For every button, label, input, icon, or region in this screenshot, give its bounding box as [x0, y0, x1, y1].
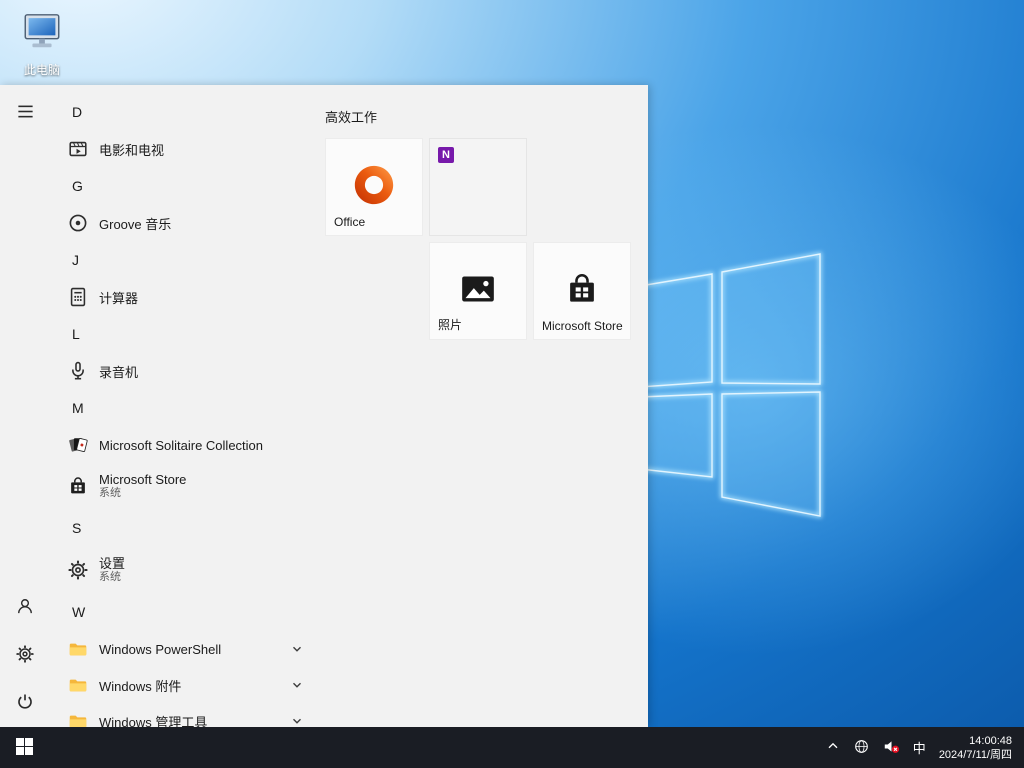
- letter-label: M: [72, 400, 84, 416]
- tile-office[interactable]: Office: [325, 138, 423, 236]
- letter-label: D: [72, 104, 82, 120]
- windows-logo-icon: [16, 738, 33, 758]
- solitaire-icon: [66, 433, 90, 457]
- clock-time: 14:00:48: [939, 734, 1012, 748]
- chevron-down-icon: [291, 643, 303, 655]
- tile-photos[interactable]: 照片: [429, 242, 527, 340]
- chevron-up-icon: [825, 738, 841, 757]
- tile-onenote[interactable]: N: [429, 138, 527, 236]
- app-folder-windows-powershell[interactable]: Windows PowerShell: [50, 631, 315, 667]
- app-list-letter-w[interactable]: W: [50, 593, 315, 631]
- app-item-settings[interactable]: 设置 系统: [50, 547, 315, 593]
- app-item-voice-recorder[interactable]: 录音机: [50, 353, 315, 389]
- app-label: Windows 管理工具: [99, 712, 207, 728]
- folder-icon: [66, 637, 90, 661]
- network-button[interactable]: [848, 727, 875, 768]
- letter-label: J: [72, 252, 79, 268]
- chevron-down-icon: [291, 679, 303, 691]
- tile-label: 照片: [438, 316, 462, 333]
- app-item-groove-music[interactable]: Groove 音乐: [50, 205, 315, 241]
- voice-recorder-icon: [66, 359, 90, 383]
- taskbar-clock[interactable]: 14:00:48 2024/7/11/周四: [933, 727, 1016, 768]
- folder-icon: [66, 709, 90, 727]
- desktop-icon-label: 此电脑: [24, 61, 60, 78]
- app-text: Microsoft Store 系统: [99, 472, 186, 501]
- hamburger-icon: [16, 102, 35, 124]
- volume-muted-icon: [882, 737, 901, 759]
- app-label: Groove 音乐: [99, 214, 171, 233]
- tiles-panel: 高效工作: [315, 85, 648, 727]
- app-label: 计算器: [99, 288, 138, 307]
- power-button[interactable]: [0, 679, 50, 727]
- volume-button[interactable]: [877, 727, 906, 768]
- start-menu-rail: [0, 85, 50, 727]
- app-list-letter-j[interactable]: J: [50, 241, 315, 279]
- settings-button[interactable]: [0, 631, 50, 679]
- globe-network-icon: [853, 738, 870, 758]
- tile-label: Office: [334, 215, 365, 229]
- tray-show-hidden-button[interactable]: [820, 727, 846, 768]
- tile-label: Microsoft Store: [542, 319, 623, 333]
- clock-date: 2024/7/11/周四: [939, 748, 1012, 762]
- app-label: Windows 附件: [99, 676, 181, 695]
- tiles-grid: Office N 照片: [325, 138, 648, 340]
- user-icon: [15, 596, 35, 619]
- power-icon: [15, 692, 35, 715]
- letter-label: G: [72, 178, 83, 194]
- movies-tv-icon: [66, 137, 90, 161]
- store-bag-icon: [563, 270, 601, 313]
- tile-group-title[interactable]: 高效工作: [325, 107, 648, 125]
- system-tray: 中 14:00:48 2024/7/11/周四: [820, 727, 1024, 768]
- desktop: 此电脑: [0, 0, 1024, 768]
- tile-store[interactable]: Microsoft Store: [533, 242, 631, 340]
- ime-indicator[interactable]: 中: [908, 727, 931, 768]
- expand-menu-button[interactable]: [0, 89, 50, 137]
- app-text: 设置 系统: [99, 556, 125, 585]
- groove-music-icon: [66, 211, 90, 235]
- app-subtitle: 系统: [99, 487, 186, 500]
- app-item-solitaire[interactable]: Microsoft Solitaire Collection: [50, 427, 315, 463]
- app-list-letter-s[interactable]: S: [50, 509, 315, 547]
- letter-label: W: [72, 604, 85, 620]
- start-button[interactable]: [0, 727, 48, 768]
- chevron-down-icon: [291, 715, 303, 727]
- onenote-icon: N: [438, 147, 454, 163]
- app-list: D 电影和电视 G: [50, 85, 315, 727]
- folder-icon: [66, 673, 90, 697]
- store-icon: [66, 474, 90, 498]
- app-label: Windows PowerShell: [99, 642, 221, 657]
- letter-label: L: [72, 326, 80, 342]
- app-folder-windows-admin-tools[interactable]: Windows 管理工具: [50, 703, 315, 727]
- app-folder-windows-accessories[interactable]: Windows 附件: [50, 667, 315, 703]
- app-label: Microsoft Store: [99, 472, 186, 488]
- app-label: 设置: [99, 556, 125, 572]
- app-item-movies-tv[interactable]: 电影和电视: [50, 131, 315, 167]
- this-pc-icon: [19, 10, 65, 59]
- app-subtitle: 系统: [99, 571, 125, 584]
- app-item-microsoft-store[interactable]: Microsoft Store 系统: [50, 463, 315, 509]
- app-list-letter-d[interactable]: D: [50, 93, 315, 131]
- rail-bottom-group: [0, 583, 50, 727]
- office-icon: [351, 162, 397, 213]
- app-label: Microsoft Solitaire Collection: [99, 438, 263, 453]
- letter-label: S: [72, 520, 81, 536]
- settings-gear-icon: [66, 558, 90, 582]
- app-label: 电影和电视: [99, 140, 164, 159]
- start-menu: D 电影和电视 G: [0, 85, 648, 727]
- gear-icon: [15, 644, 35, 667]
- taskbar: 中 14:00:48 2024/7/11/周四: [0, 727, 1024, 768]
- app-list-letter-g[interactable]: G: [50, 167, 315, 205]
- app-item-calculator[interactable]: 计算器: [50, 279, 315, 315]
- user-account-button[interactable]: [0, 583, 50, 631]
- app-list-letter-m[interactable]: M: [50, 389, 315, 427]
- desktop-icon-this-pc[interactable]: 此电脑: [12, 10, 72, 78]
- calculator-icon: [66, 285, 90, 309]
- app-label: 录音机: [99, 362, 138, 381]
- photos-icon: [458, 269, 498, 314]
- app-list-letter-l[interactable]: L: [50, 315, 315, 353]
